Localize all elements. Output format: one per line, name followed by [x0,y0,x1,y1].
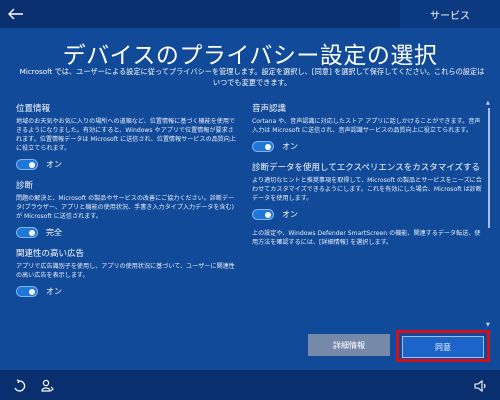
setting-description: アプリで広告識別子を使用し、アプリの使用状況に基づいて、ユーザーに関連性の高い広… [16,263,235,279]
details-button[interactable]: 詳細情報 [308,334,390,356]
setting-title: 関連性の高い広告 [16,249,85,259]
settings-scroll-area[interactable]: 位置情報 地域のお天気やお気に入りの場所への道順など、位置情報に基づく機能を使用… [0,96,500,332]
toggle-state-label: オン [46,159,62,169]
toggle-state-label: 完全 [46,227,62,237]
setting-title: 診断 [16,181,34,191]
scrollbar[interactable]: ▲ ▼ [486,100,491,328]
speech-toggle[interactable] [252,140,274,152]
setting-title: 音声認識 [252,104,287,114]
top-bar: サービス [0,0,500,28]
agree-button[interactable]: 同意 [402,336,484,358]
services-tab[interactable]: サービス [400,0,500,28]
scroll-down-icon[interactable]: ▼ [486,322,490,328]
setting-description: Cortana や、音声認識に対応したストア アプリに話しかけることができます。… [252,118,481,134]
setting-speech-recognition: 音声認識 Cortana や、音声認識に対応したストア アプリに話しかけることが… [252,102,482,152]
intro-text: Microsoft では、ユーザーによる設定に従ってプライバシーを管理します。設… [19,67,485,87]
tailored-experiences-toggle[interactable] [252,208,274,220]
relevant-ads-toggle[interactable] [16,285,38,297]
setting-relevant-ads: 関連性の高い広告 アプリで広告識別子を使用し、アプリの使用状況に基づいて、ユーザ… [16,247,236,297]
setting-title: 位置情報 [16,104,51,114]
page-title: デバイスのプライバシー設定の選択 [62,43,438,69]
diagnostics-toggle[interactable] [16,226,38,238]
back-button[interactable] [6,4,26,24]
toggle-state-label: オン [282,209,298,219]
setting-description: 問題の解決と、Microsoft の製品やサービスの改善にご協力ください。診断デ… [16,195,235,220]
scroll-up-icon[interactable]: ▲ [486,100,490,106]
toggle-state-label: オン [282,141,298,151]
setting-tailored-experiences: 診断データを使用してエクスペリエンスをカスタマイズする より適切なヒントと推奨事… [252,161,482,220]
setting-diagnostics: 診断 問題の解決と、Microsoft の製品やサービスの改善にご協力ください。… [16,179,236,238]
toggle-state-label: オン [46,286,62,296]
settings-column-right: 音声認識 Cortana や、音声認識に対応したストア アプリに話しかけることが… [252,102,482,252]
setting-location: 位置情報 地域のお天気やお気に入りの場所への道順など、位置情報に基づく機能を使用… [16,102,236,170]
setting-description: より適切なヒントと推奨事項を取得して、Microsoft の製品とサービスをニー… [252,177,482,202]
setting-description: 地域のお天気やお気に入りの場所への道順など、位置情報に基づく機能を使用できるよう… [16,118,236,152]
scroll-thumb[interactable] [488,108,490,228]
arrow-left-icon [8,8,23,20]
footer-note: 上の設定や、Windows Defender SmartScreen の機能、関… [252,230,481,246]
setting-title: 診断データを使用してエクスペリエンスをカスタマイズする [252,163,480,173]
user-account-icon[interactable] [40,378,54,392]
volume-icon[interactable] [474,378,488,393]
bottom-bar [0,370,500,400]
location-toggle[interactable] [16,158,38,170]
settings-column-left: 位置情報 地域のお天気やお気に入りの場所への道順など、位置情報に基づく機能を使用… [16,102,236,306]
accessibility-icon[interactable] [12,378,26,392]
